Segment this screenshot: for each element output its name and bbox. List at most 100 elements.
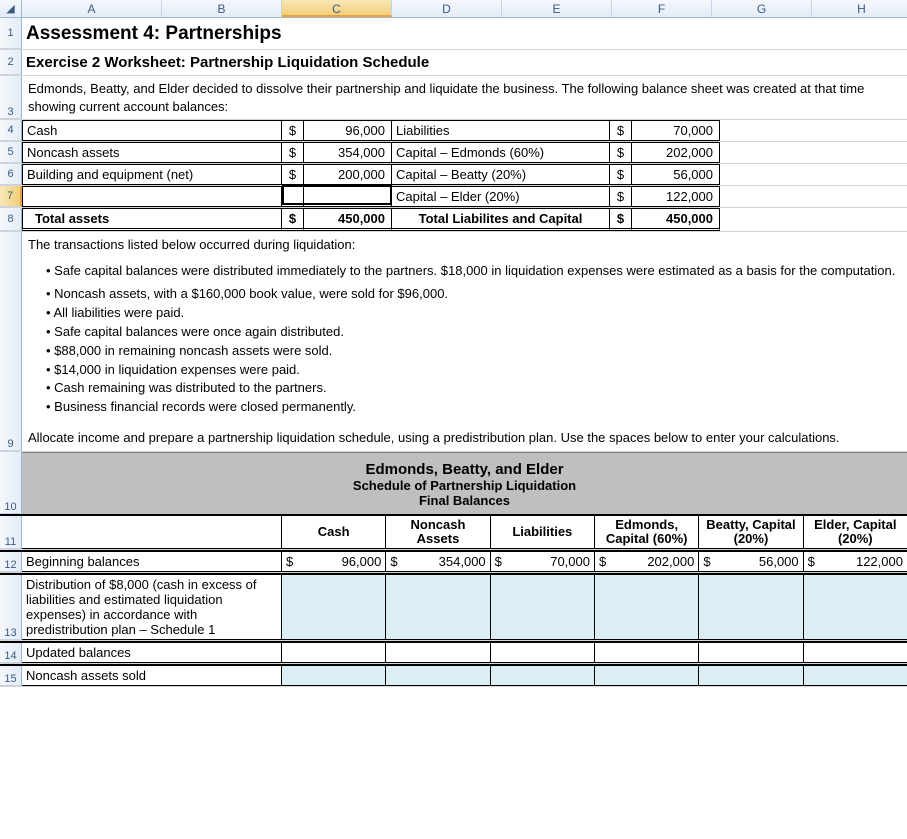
schedule-col-elder: Elder, Capital (20%) xyxy=(804,516,907,550)
schedule-cell[interactable] xyxy=(804,666,907,686)
schedule-cell[interactable] xyxy=(491,575,595,640)
bs-currency[interactable]: $ xyxy=(610,186,632,207)
intro-text: Edmonds, Beatty, and Elder decided to di… xyxy=(22,76,907,119)
bs-total-liab-label[interactable]: Total Liabilites and Capital xyxy=(392,208,610,231)
schedule-cell[interactable] xyxy=(595,666,699,686)
col-header-H[interactable]: H xyxy=(812,0,907,17)
schedule-title-1: Edmonds, Beatty, and Elder xyxy=(22,461,907,478)
bs-total-assets-value[interactable]: 450,000 xyxy=(304,208,392,231)
row-header-3[interactable]: 3 xyxy=(0,76,22,119)
bs-asset-label[interactable]: Cash xyxy=(22,120,282,141)
bs-total-assets-label[interactable]: Total assets xyxy=(22,208,282,231)
row-header-6[interactable]: 6 xyxy=(0,164,22,185)
bs-currency[interactable] xyxy=(282,186,304,207)
schedule-cell[interactable]: $70,000 xyxy=(491,552,595,572)
bs-asset-value[interactable] xyxy=(304,186,392,207)
schedule-col-cash: Cash xyxy=(282,516,386,550)
schedule-col-liabilities: Liabilities xyxy=(491,516,595,550)
schedule-cell[interactable]: $354,000 xyxy=(386,552,490,572)
bs-liab-label[interactable]: Capital – Elder (20%) xyxy=(392,186,610,207)
schedule-cell[interactable] xyxy=(386,666,490,686)
bs-liab-value[interactable]: 122,000 xyxy=(632,186,720,207)
row-header-15[interactable]: 15 xyxy=(0,666,22,686)
bs-total-liab-value[interactable]: 450,000 xyxy=(632,208,720,231)
schedule-cell[interactable] xyxy=(491,666,595,686)
row-header-8[interactable]: 8 xyxy=(0,208,22,231)
row-header-10[interactable]: 10 xyxy=(0,452,22,514)
schedule-cell[interactable] xyxy=(282,575,386,640)
row-header-11[interactable]: 11 xyxy=(0,516,22,550)
bs-asset-value[interactable]: 200,000 xyxy=(304,164,392,185)
col-header-A[interactable]: A xyxy=(22,0,162,17)
row-header-12[interactable]: 12 xyxy=(0,552,22,572)
col-header-G[interactable]: G xyxy=(712,0,812,17)
allocate-text: Allocate income and prepare a partnershi… xyxy=(22,419,907,451)
bullet-item: All liabilities were paid. xyxy=(46,304,899,323)
bs-currency[interactable]: $ xyxy=(610,142,632,163)
row-header-14[interactable]: 14 xyxy=(0,643,22,663)
schedule-cell[interactable] xyxy=(282,643,386,663)
bs-currency[interactable]: $ xyxy=(282,120,304,141)
bs-liab-value[interactable]: 56,000 xyxy=(632,164,720,185)
schedule-row-label[interactable]: Updated balances xyxy=(22,643,282,663)
bs-currency[interactable]: $ xyxy=(282,208,304,231)
bs-liab-label[interactable]: Liabilities xyxy=(392,120,610,141)
row-header-7[interactable]: 7 xyxy=(0,186,22,207)
schedule-cell[interactable]: $202,000 xyxy=(595,552,699,572)
bs-asset-value[interactable]: 354,000 xyxy=(304,142,392,163)
schedule-cell[interactable]: $56,000 xyxy=(699,552,803,572)
schedule-cell[interactable] xyxy=(804,643,907,663)
bullet-list: Noncash assets, with a $160,000 book val… xyxy=(22,283,907,419)
col-header-F[interactable]: F xyxy=(612,0,712,17)
row-header-2[interactable]: 2 xyxy=(0,50,22,75)
schedule-title-3: Final Balances xyxy=(22,493,907,508)
bs-liab-value[interactable]: 70,000 xyxy=(632,120,720,141)
schedule-cell[interactable] xyxy=(699,575,803,640)
bs-liab-label[interactable]: Capital – Beatty (20%) xyxy=(392,164,610,185)
schedule-cell[interactable] xyxy=(595,575,699,640)
schedule-cell[interactable] xyxy=(804,575,907,640)
row-header-4[interactable]: 4 xyxy=(0,120,22,141)
bullet-item: Noncash assets, with a $160,000 book val… xyxy=(46,285,899,304)
bs-asset-label[interactable]: Building and equipment (net) xyxy=(22,164,282,185)
schedule-cell[interactable] xyxy=(386,575,490,640)
row-header-5[interactable]: 5 xyxy=(0,142,22,163)
bs-currency[interactable]: $ xyxy=(282,142,304,163)
schedule-row-label[interactable]: Distribution of $8,000 (cash in excess o… xyxy=(22,575,282,640)
bs-currency[interactable]: $ xyxy=(610,208,632,231)
select-all-corner[interactable]: ◢ xyxy=(0,0,22,17)
page-subtitle: Exercise 2 Worksheet: Partnership Liquid… xyxy=(26,54,429,71)
schedule-col-noncash: Noncash Assets xyxy=(386,516,490,550)
bullet-item: Safe capital balances were once again di… xyxy=(46,323,899,342)
bs-liab-value[interactable]: 202,000 xyxy=(632,142,720,163)
row-header-13[interactable]: 13 xyxy=(0,575,22,640)
schedule-cell[interactable] xyxy=(491,643,595,663)
schedule-cell[interactable] xyxy=(282,666,386,686)
col-header-C[interactable]: C xyxy=(282,0,392,17)
schedule-cell[interactable]: $122,000 xyxy=(804,552,907,572)
bs-currency[interactable]: $ xyxy=(610,164,632,185)
row-header-1[interactable]: 1 xyxy=(0,18,22,49)
schedule-title-2: Schedule of Partnership Liquidation xyxy=(22,478,907,493)
bullet-item: Business financial records were closed p… xyxy=(46,398,899,417)
bs-currency[interactable]: $ xyxy=(610,120,632,141)
schedule-cell[interactable] xyxy=(595,643,699,663)
col-header-B[interactable]: B xyxy=(162,0,282,17)
schedule-corner xyxy=(22,516,282,550)
schedule-cell[interactable]: $96,000 xyxy=(282,552,386,572)
bs-asset-label[interactable]: Noncash assets xyxy=(22,142,282,163)
row-header-9[interactable]: 9 xyxy=(0,232,22,451)
bs-asset-label[interactable] xyxy=(22,186,282,207)
schedule-row-label[interactable]: Beginning balances xyxy=(22,552,282,572)
schedule-cell[interactable] xyxy=(386,643,490,663)
schedule-cell[interactable] xyxy=(699,666,803,686)
schedule-cell[interactable] xyxy=(699,643,803,663)
bullet-item: Cash remaining was distributed to the pa… xyxy=(46,379,899,398)
schedule-row-label[interactable]: Noncash assets sold xyxy=(22,666,282,686)
bs-liab-label[interactable]: Capital – Edmonds (60%) xyxy=(392,142,610,163)
schedule-col-beatty: Beatty, Capital (20%) xyxy=(699,516,803,550)
col-header-E[interactable]: E xyxy=(502,0,612,17)
bs-asset-value[interactable]: 96,000 xyxy=(304,120,392,141)
col-header-D[interactable]: D xyxy=(392,0,502,17)
bs-currency[interactable]: $ xyxy=(282,164,304,185)
